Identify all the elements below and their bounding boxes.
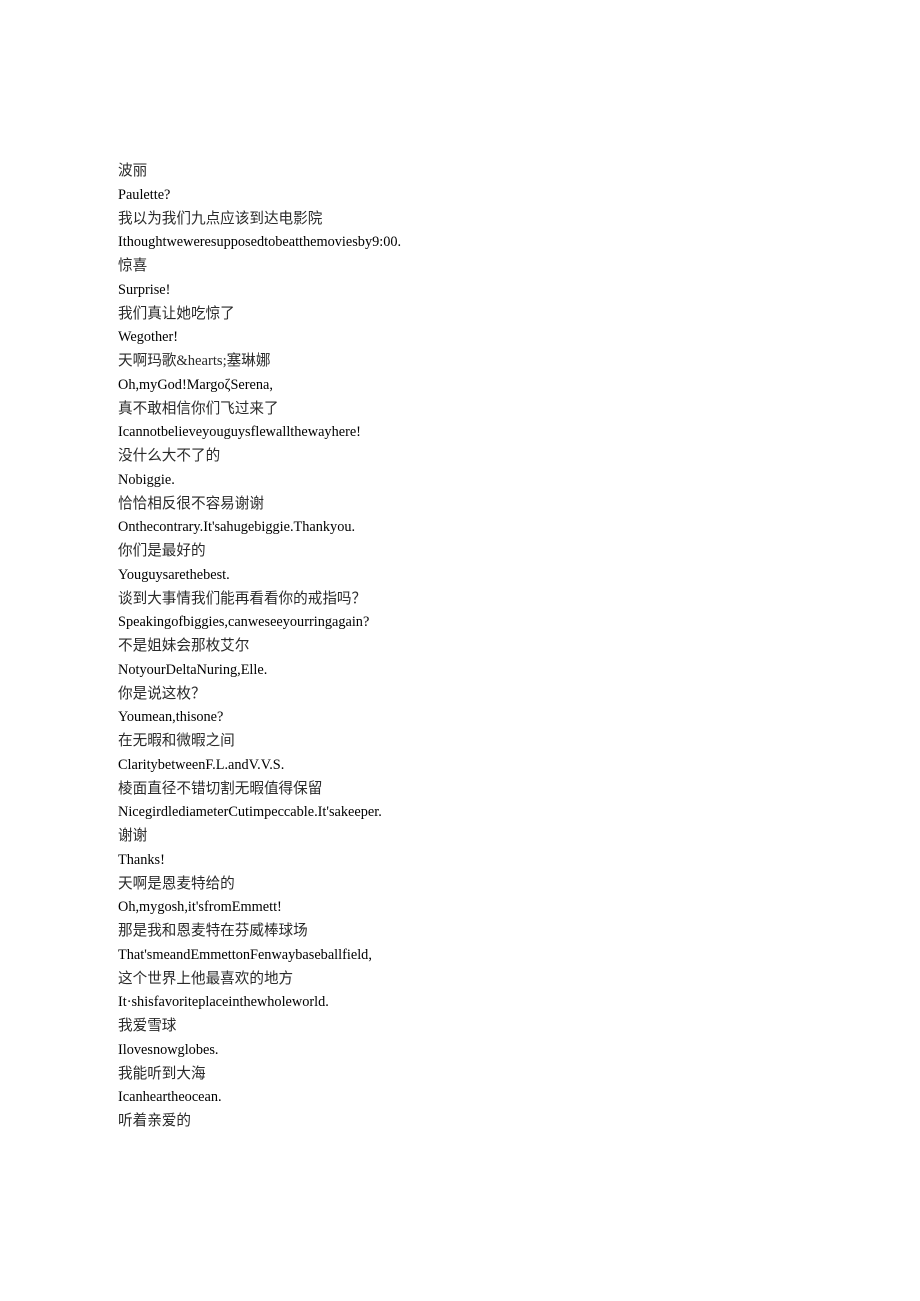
transcript-line: Onthecontrary.It'sahugebiggie.Thankyou. <box>118 519 356 536</box>
transcript-line: 你们是最好的 <box>118 543 206 559</box>
transcript-line: 恰恰相反很不容易谢谢 <box>118 495 264 512</box>
transcript-line: Nobiggie. <box>118 471 175 488</box>
transcript-line: ClaritybetweenF.L.andV.V.S. <box>118 756 285 773</box>
transcript-line: 那是我和恩麦特在芬威棒球场 <box>118 923 308 939</box>
transcript-line: 在无暇和微暇之间 <box>118 733 235 749</box>
transcript-line: That'smeandEmmettonFenwaybaseballfield, <box>118 946 372 963</box>
transcript-line: 你是说这枚？ <box>118 685 206 702</box>
transcript-line: Wegother! <box>118 329 178 346</box>
transcript-line: Thanks! <box>118 851 165 868</box>
transcript-line: Oh,myGod!MargoζSerena, <box>118 376 273 393</box>
transcript-line: 听着亲爱的 <box>118 1113 191 1129</box>
transcript-line: Oh,mygosh,it'sfromEmmett! <box>118 899 282 916</box>
transcript-line: 我爱雪球 <box>118 1018 177 1034</box>
transcript-line: 天啊是恩麦特给的 <box>118 875 235 892</box>
transcript-line: Icanheartheocean. <box>118 1089 222 1106</box>
transcript-line: NicegirdlediameterCutimpeccable.It'sakee… <box>118 804 382 821</box>
transcript-line: Youmean,thisone? <box>118 709 224 726</box>
transcript-line: 棱面直径不错切割无暇值得保留 <box>118 780 323 797</box>
transcript-line: 没什么大不了的 <box>118 448 221 464</box>
transcript-line: 谈到大事情我们能再看看你的戒指吗？ <box>118 590 367 607</box>
transcript-line: Youguysarethebest. <box>118 566 230 583</box>
transcript-line: It·shisfavoriteplaceinthewholeworld. <box>118 994 329 1011</box>
transcript-line: 谢谢 <box>118 828 148 844</box>
transcript-line: Surprise! <box>118 281 171 298</box>
transcript-line: 我能听到大海 <box>118 1065 206 1082</box>
transcript-line: Icannotbelieveyouguysflewallthewayhere! <box>118 424 361 441</box>
transcript-line: Paulette? <box>118 186 171 203</box>
transcript-line: Speakingofbiggies,canweseeyourringagain? <box>118 614 370 631</box>
transcript-line: 我们真让她吃惊了 <box>118 305 235 322</box>
transcript-line: 不是姐妹会那枚艾尔 <box>118 638 250 654</box>
transcript-line: Ithoughtweweresupposedtobeatthemoviesby9… <box>118 234 402 251</box>
transcript-line: Ilovesnowglobes. <box>118 1041 219 1058</box>
transcript-line: 惊喜 <box>118 258 148 274</box>
transcript-line: 波丽 <box>118 163 148 179</box>
transcript-line: 天啊玛歌&hearts;塞琳娜 <box>118 353 271 369</box>
transcript-line: 真不敢相信你们飞过来了 <box>118 400 279 417</box>
transcript-line: 我以为我们九点应该到达电影院 <box>118 210 323 227</box>
transcript-line: NotyourDeltaNuring,Elle. <box>118 661 268 678</box>
transcript-body: 波丽 Paulette? 我以为我们九点应该到达电影院 Ithoughtweweres… <box>118 160 858 1134</box>
transcript-line: 这个世界上他最喜欢的地方 <box>118 970 294 987</box>
